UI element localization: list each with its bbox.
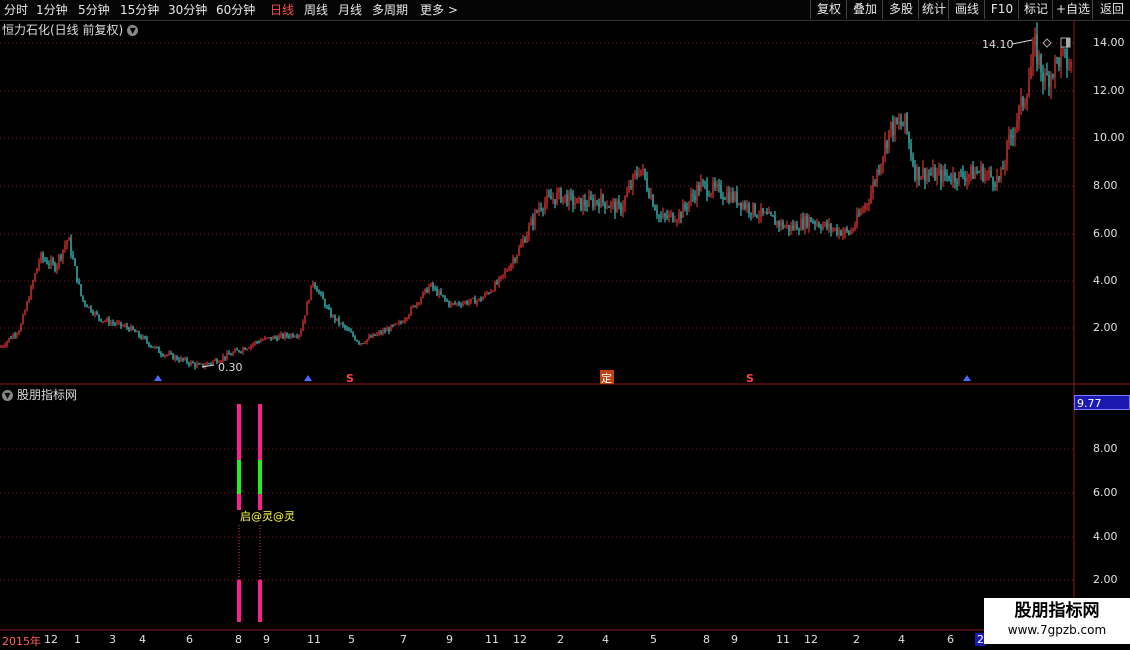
indicator-label: 2.00: [1093, 573, 1118, 586]
buy-arrow-icon: [304, 375, 312, 381]
time-label: 2: [853, 633, 860, 646]
watermark-url: www.7gpzb.com: [1007, 623, 1107, 637]
indicator-signal-text: 启@灵@灵: [240, 510, 295, 523]
time-label: 11: [485, 633, 499, 646]
time-label: 12: [804, 633, 818, 646]
buy-arrow-icon: [963, 375, 971, 381]
time-label: 1: [74, 633, 81, 646]
time-label: 12: [44, 633, 58, 646]
watermark-logo: 股朋指标网 www.7gpzb.com: [984, 598, 1130, 644]
ding-signal-text: 定: [601, 371, 612, 385]
time-label: 9: [446, 633, 453, 646]
time-label: 7: [400, 633, 407, 646]
stock-title: 恒力石化(日线 前复权): [2, 23, 124, 37]
main-gridlines: [0, 42, 1074, 329]
time-label: 8: [703, 633, 710, 646]
time-label: 2: [557, 633, 564, 646]
indicator-gridlines: [0, 448, 1074, 581]
time-label: 5: [650, 633, 657, 646]
time-label: 11: [776, 633, 790, 646]
indicator-label: 4.00: [1093, 530, 1118, 543]
candlestick-series: [0, 22, 1072, 370]
indicator-label: 8.00: [1093, 442, 1118, 455]
time-label: 6: [186, 633, 193, 646]
indicator-label: 6.00: [1093, 486, 1118, 499]
time-label-year: 2015年: [2, 635, 41, 648]
high-price-marker: 14.10: [982, 38, 1014, 51]
time-label: 12: [513, 633, 527, 646]
time-label: 9: [731, 633, 738, 646]
sell-signal-s: S: [746, 372, 754, 385]
price-label: 12.00: [1093, 84, 1125, 97]
time-label: 6: [947, 633, 954, 646]
indicator-current-value: 9.77: [1074, 395, 1130, 410]
price-label: 8.00: [1093, 179, 1118, 192]
time-label: 4: [898, 633, 905, 646]
price-label: 14.00: [1093, 36, 1125, 49]
main-panel-title: 恒力石化(日线 前复权) ▼: [2, 22, 139, 38]
time-label: 9: [263, 633, 270, 646]
buy-signal-arrows: [154, 375, 971, 381]
time-label: 11: [307, 633, 321, 646]
chevron-down-icon[interactable]: ▼: [2, 390, 13, 401]
price-label: 4.00: [1093, 274, 1118, 287]
buy-arrow-icon: [154, 375, 162, 381]
low-price-marker: 0.30: [218, 361, 243, 374]
time-label: 3: [109, 633, 116, 646]
chevron-down-icon[interactable]: ▼: [127, 25, 139, 36]
watermark-title: 股朋指标网: [1014, 601, 1100, 621]
price-label: 10.00: [1093, 131, 1125, 144]
time-label: 4: [139, 633, 146, 646]
sell-signal-s: S: [346, 372, 354, 385]
time-label: 8: [235, 633, 242, 646]
low-arrow: [201, 364, 215, 368]
time-label: 4: [602, 633, 609, 646]
window-toggle-fill: [1066, 38, 1070, 47]
price-label: 6.00: [1093, 227, 1118, 240]
indicator-panel-title: ▼ 股朋指标网: [2, 387, 77, 403]
price-label: 2.00: [1093, 321, 1118, 334]
indicator-title: 股朋指标网: [17, 388, 78, 402]
kline-chart-canvas[interactable]: 14.10 0.30 S 定 S 启@灵@灵: [0, 0, 1130, 650]
time-label: 5: [348, 633, 355, 646]
